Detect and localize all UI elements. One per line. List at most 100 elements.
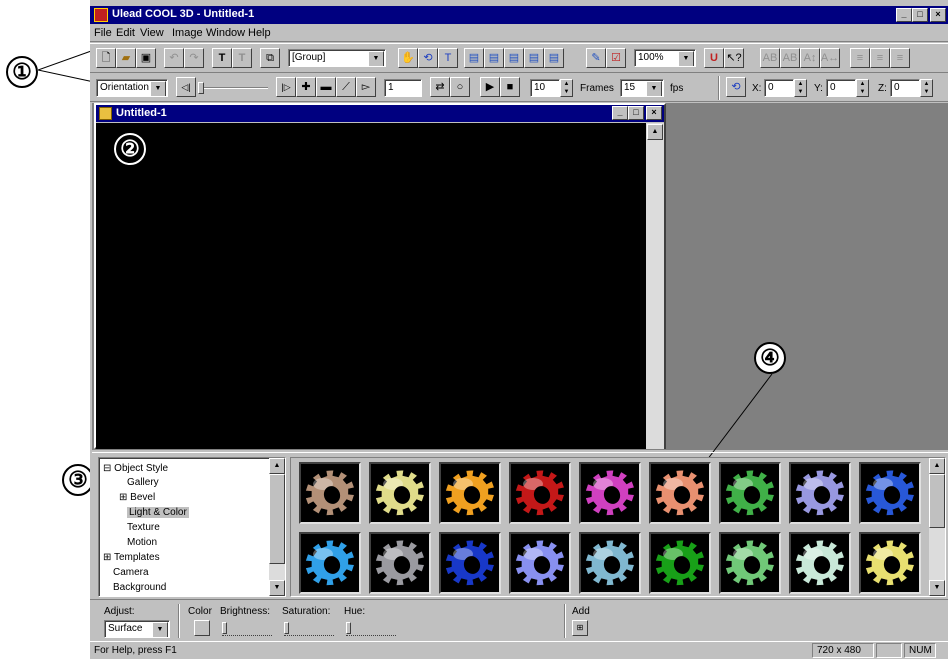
scroll-up-icon[interactable]: ▲	[269, 458, 285, 474]
tree-item-templates[interactable]: ⊞ Templates	[103, 552, 160, 563]
rotate-icon[interactable]: ⟲	[418, 48, 438, 68]
x-spinner[interactable]: ▲ ▼	[794, 79, 807, 97]
style-thumbnail[interactable]	[299, 532, 361, 594]
style-thumbnail[interactable]	[789, 532, 851, 594]
style-thumbnail[interactable]	[299, 462, 361, 524]
frame-current-field[interactable]: 1	[384, 79, 422, 97]
tree-item-texture[interactable]: Texture	[127, 522, 160, 533]
new-file-icon[interactable]: 🗋	[96, 48, 116, 68]
style-thumbnail[interactable]	[579, 462, 641, 524]
doc-minimize-button[interactable]: _	[612, 106, 628, 120]
object-select[interactable]: [Group] ▼	[288, 49, 386, 67]
mode-select[interactable]: Orientation ▼	[96, 79, 168, 97]
x-field[interactable]: 0	[764, 79, 794, 97]
lighting-icon[interactable]: ✎	[586, 48, 606, 68]
menu-help[interactable]: Help	[248, 27, 271, 39]
stop-icon[interactable]: ■	[500, 77, 520, 97]
view-top-icon[interactable]: ▤	[544, 48, 564, 68]
rotate-xyz-icon[interactable]: ⟲	[726, 77, 746, 97]
tree-item-motion[interactable]: Motion	[127, 537, 157, 548]
saturation-slider[interactable]	[284, 620, 334, 636]
first-frame-icon[interactable]: ◁|	[176, 77, 196, 97]
add-to-gallery-icon[interactable]: ⊞	[572, 620, 588, 636]
expand-icon[interactable]: ⊞	[119, 492, 127, 503]
scroll-thumb[interactable]	[269, 474, 285, 564]
edit-text-icon[interactable]: T	[232, 48, 252, 68]
render-canvas[interactable]	[96, 123, 646, 449]
style-thumbnail[interactable]	[369, 462, 431, 524]
chevron-down-icon[interactable]: ▼	[150, 81, 166, 96]
doc-maximize-button[interactable]: □	[628, 106, 644, 120]
chevron-down-icon[interactable]: ▼	[152, 622, 168, 637]
play-icon[interactable]: ▶	[480, 77, 500, 97]
expand-icon[interactable]: ⊞	[103, 552, 111, 563]
adjust-select[interactable]: Surface ▼	[104, 620, 170, 638]
scroll-thumb[interactable]	[929, 474, 945, 528]
document-vscroll[interactable]: ▲	[646, 123, 664, 449]
insert-text-icon[interactable]: T	[212, 48, 232, 68]
style-thumbnail[interactable]	[369, 532, 431, 594]
style-thumbnail[interactable]	[649, 532, 711, 594]
scroll-up-icon[interactable]: ▲	[647, 124, 663, 140]
resize-icon[interactable]: T	[438, 48, 458, 68]
brightness-slider[interactable]	[222, 620, 272, 636]
timeline-slider[interactable]	[198, 82, 268, 94]
align-right-icon[interactable]: ≡	[890, 48, 910, 68]
minimize-button[interactable]: _	[896, 8, 912, 22]
view-left-icon[interactable]: ▤	[504, 48, 524, 68]
menu-image[interactable]: Image	[172, 27, 203, 39]
timeline-slider-thumb[interactable]	[198, 82, 204, 94]
hue-slider[interactable]	[346, 620, 396, 636]
collapse-icon[interactable]: ⊟	[103, 463, 111, 474]
text-style-icon-4[interactable]: A↔	[820, 48, 840, 68]
pingpong-icon[interactable]: ○	[450, 77, 470, 97]
quality-icon[interactable]: ☑	[606, 48, 626, 68]
align-left-icon[interactable]: ≡	[850, 48, 870, 68]
tree-vscroll[interactable]: ▲ ▼	[269, 458, 285, 596]
chevron-down-icon[interactable]: ▼	[678, 51, 694, 66]
brightness-thumb[interactable]	[222, 622, 227, 634]
app-icon[interactable]	[94, 8, 108, 22]
close-button[interactable]: ×	[930, 8, 946, 22]
scroll-up-icon[interactable]: ▲	[929, 458, 945, 474]
maximize-button[interactable]: □	[912, 8, 928, 22]
style-thumbnail[interactable]	[789, 462, 851, 524]
hue-thumb[interactable]	[346, 622, 351, 634]
ulead-icon[interactable]: U	[704, 48, 724, 68]
redo-icon[interactable]: ↷	[184, 48, 204, 68]
gallery-vscroll[interactable]: ▲ ▼	[929, 458, 945, 596]
document-icon[interactable]	[99, 107, 112, 120]
loop-icon[interactable]: ⇄	[430, 77, 450, 97]
tree-item-gallery[interactable]: Gallery	[127, 477, 159, 488]
frame-count-field[interactable]: 10	[530, 79, 560, 97]
chevron-down-icon[interactable]: ▼	[646, 81, 662, 96]
style-thumbnail[interactable]	[439, 462, 501, 524]
menu-view[interactable]: View	[140, 27, 164, 39]
y-field[interactable]: 0	[826, 79, 856, 97]
tree-item-camera[interactable]: Camera	[113, 567, 149, 578]
tree-item-background[interactable]: Background	[113, 582, 166, 593]
title-bar[interactable]: Ulead COOL 3D - Untitled-1 _ □ ×	[90, 6, 948, 24]
y-spinner[interactable]: ▲ ▼	[856, 79, 869, 97]
align-center-icon[interactable]: ≡	[870, 48, 890, 68]
color-swatch[interactable]	[194, 620, 210, 636]
style-thumbnail[interactable]	[579, 532, 641, 594]
menu-file[interactable]: File	[94, 27, 112, 39]
remove-keyframe-icon[interactable]: ▬	[316, 77, 336, 97]
style-thumbnail[interactable]	[509, 462, 571, 524]
document-title-bar[interactable]: Untitled-1 _ □ ×	[96, 105, 664, 122]
z-field[interactable]: 0	[890, 79, 920, 97]
style-thumbnail[interactable]	[859, 462, 921, 524]
view-right-icon[interactable]: ▤	[524, 48, 544, 68]
style-thumbnail[interactable]	[719, 532, 781, 594]
scroll-down-icon[interactable]: ▼	[929, 580, 945, 596]
scroll-down-icon[interactable]: ▼	[269, 580, 285, 596]
text-style-icon-3[interactable]: A↕	[800, 48, 820, 68]
view-back-icon[interactable]: ▤	[484, 48, 504, 68]
next-key-icon[interactable]: ▻	[356, 77, 376, 97]
hand-move-icon[interactable]: ✋	[398, 48, 418, 68]
style-thumbnail[interactable]	[649, 462, 711, 524]
view-front-icon[interactable]: ▤	[464, 48, 484, 68]
chevron-down-icon[interactable]: ▼	[368, 51, 384, 66]
reverse-icon[interactable]: ⟋	[336, 77, 356, 97]
